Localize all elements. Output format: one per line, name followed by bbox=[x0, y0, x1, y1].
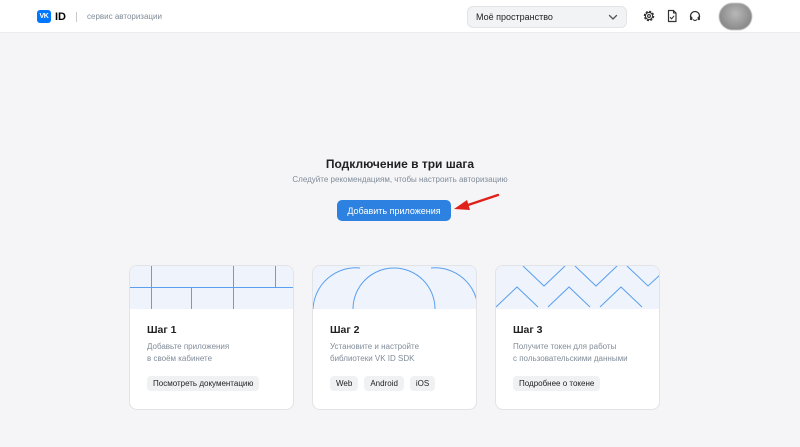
step-1-illustration bbox=[130, 266, 293, 309]
step-3-description: Получите токен для работы с пользователь… bbox=[513, 341, 628, 365]
page-subtitle: Следуйте рекомендациям, чтобы настроить … bbox=[292, 175, 508, 184]
step-2-illustration bbox=[313, 266, 476, 309]
document-icon[interactable] bbox=[665, 9, 679, 23]
step-3-desc-line-2: с пользовательскими данными bbox=[513, 354, 628, 363]
logo-subtitle: сервис авторизации bbox=[87, 12, 162, 21]
step-card-2: Шаг 2 Установите и настройте библиотеки … bbox=[312, 265, 477, 410]
step-3-desc-line-1: Получите токен для работы bbox=[513, 342, 617, 351]
platform-android-button[interactable]: Android bbox=[364, 376, 404, 391]
step-card-1: Шаг 1 Добавьте приложения в своём кабине… bbox=[129, 265, 294, 410]
vk-logo-icon: VK bbox=[37, 10, 51, 23]
page-title: Подключение в три шага bbox=[325, 157, 475, 171]
step-3-title: Шаг 3 bbox=[513, 324, 543, 336]
logo-divider bbox=[76, 11, 77, 22]
top-bar: VK ID сервис авторизации Моё пространств… bbox=[0, 0, 800, 33]
step-3-actions: Подробнее о токене bbox=[513, 376, 601, 391]
step-1-desc-line-1: Добавьте приложения bbox=[147, 342, 230, 351]
platform-web-button[interactable]: Web bbox=[330, 376, 359, 391]
step-2-desc-line-2: библиотеки VK ID SDK bbox=[330, 354, 415, 363]
chevron-down-icon bbox=[608, 14, 618, 20]
token-details-button[interactable]: Подробнее о токене bbox=[513, 376, 601, 391]
workspace-select-value: Моё пространство bbox=[476, 12, 553, 22]
gear-icon[interactable] bbox=[642, 9, 656, 23]
step-2-desc-line-1: Установите и настройте bbox=[330, 342, 420, 351]
logo-id-text: ID bbox=[55, 10, 66, 23]
step-1-description: Добавьте приложения в своём кабинете bbox=[147, 341, 229, 365]
step-2-description: Установите и настройте библиотеки VK ID … bbox=[330, 341, 419, 365]
workspace-select[interactable]: Моё пространство bbox=[467, 6, 627, 28]
step-3-illustration bbox=[496, 266, 659, 309]
add-apps-button[interactable]: Добавить приложения bbox=[337, 200, 451, 221]
step-1-title: Шаг 1 bbox=[147, 324, 177, 336]
step-2-title: Шаг 2 bbox=[330, 324, 360, 336]
vk-id-logo[interactable]: VK ID сервис авторизации bbox=[37, 10, 162, 23]
step-1-desc-line-2: в своём кабинете bbox=[147, 354, 213, 363]
step-2-actions: Web Android iOS bbox=[330, 376, 436, 391]
step-card-3: Шаг 3 Получите токен для работы с пользо… bbox=[495, 265, 660, 410]
annotation-arrow-icon bbox=[454, 193, 500, 210]
user-avatar[interactable] bbox=[719, 3, 752, 30]
step-1-actions: Посмотреть документацию bbox=[147, 376, 260, 391]
platform-ios-button[interactable]: iOS bbox=[409, 376, 436, 391]
headset-icon[interactable] bbox=[688, 9, 702, 23]
view-docs-button[interactable]: Посмотреть документацию bbox=[147, 376, 260, 391]
